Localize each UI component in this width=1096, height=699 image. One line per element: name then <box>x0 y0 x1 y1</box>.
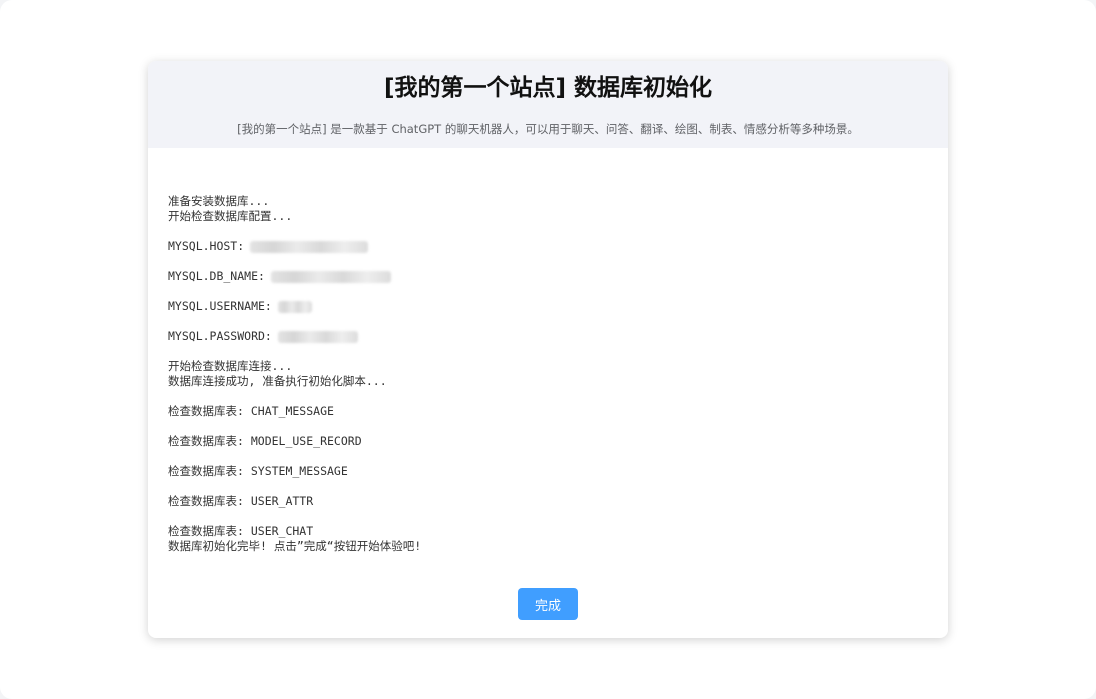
log-spacer <box>168 344 928 359</box>
log-line-table-chat-message: 检查数据库表: CHAT_MESSAGE <box>168 404 334 418</box>
log-line-password: MYSQL.PASSWORD: <box>168 329 928 344</box>
log-line-check-config: 开始检查数据库配置... <box>168 209 293 223</box>
log-spacer <box>168 314 928 329</box>
password-label: MYSQL.PASSWORD: <box>168 329 272 343</box>
log-line-table-system-message: 检查数据库表: SYSTEM_MESSAGE <box>168 464 348 478</box>
card-header: [我的第一个站点] 数据库初始化 [我的第一个站点] 是一款基于 ChatGPT… <box>148 61 948 148</box>
log-line-table-user-chat: 检查数据库表: USER_CHAT <box>168 524 314 538</box>
log-spacer <box>168 449 928 464</box>
log-line-table-user-attr: 检查数据库表: USER_ATTR <box>168 494 314 508</box>
log-spacer <box>168 509 928 524</box>
init-card: [我的第一个站点] 数据库初始化 [我的第一个站点] 是一款基于 ChatGPT… <box>148 61 948 638</box>
redacted-password-value <box>277 330 358 343</box>
log-spacer <box>168 389 928 404</box>
log-line-db-name: MYSQL.DB_NAME: <box>168 269 928 284</box>
redacted-host-value <box>250 240 369 253</box>
log-line-username: MYSQL.USERNAME: <box>168 299 928 314</box>
log-spacer <box>168 254 928 269</box>
page-background: [我的第一个站点] 数据库初始化 [我的第一个站点] 是一款基于 ChatGPT… <box>0 0 1096 699</box>
log-line-check-connection: 开始检查数据库连接... <box>168 359 293 373</box>
log-line-finished: 数据库初始化完毕! 点击”完成“按钮开始体验吧! <box>168 539 422 553</box>
username-label: MYSQL.USERNAME: <box>168 299 272 313</box>
install-log: 准备安装数据库... 开始检查数据库配置... MYSQL.HOST: MYSQ… <box>168 194 928 554</box>
redacted-db-name-value <box>270 270 391 283</box>
done-button[interactable]: 完成 <box>518 588 578 620</box>
log-line-preparing: 准备安装数据库... <box>168 194 270 208</box>
log-spacer <box>168 284 928 299</box>
host-label: MYSQL.HOST: <box>168 239 245 253</box>
log-spacer <box>168 224 928 239</box>
redacted-username-value <box>277 300 312 313</box>
page-subtitle: [我的第一个站点] 是一款基于 ChatGPT 的聊天机器人，可以用于聊天、问答… <box>237 122 859 136</box>
log-line-table-model-use-record: 检查数据库表: MODEL_USE_RECORD <box>168 434 362 448</box>
log-line-host: MYSQL.HOST: <box>168 239 928 254</box>
log-line-connect-success: 数据库连接成功, 准备执行初始化脚本... <box>168 374 387 388</box>
db-name-label: MYSQL.DB_NAME: <box>168 269 265 283</box>
log-spacer <box>168 419 928 434</box>
log-spacer <box>168 479 928 494</box>
page-title: [我的第一个站点] 数据库初始化 <box>383 75 713 101</box>
